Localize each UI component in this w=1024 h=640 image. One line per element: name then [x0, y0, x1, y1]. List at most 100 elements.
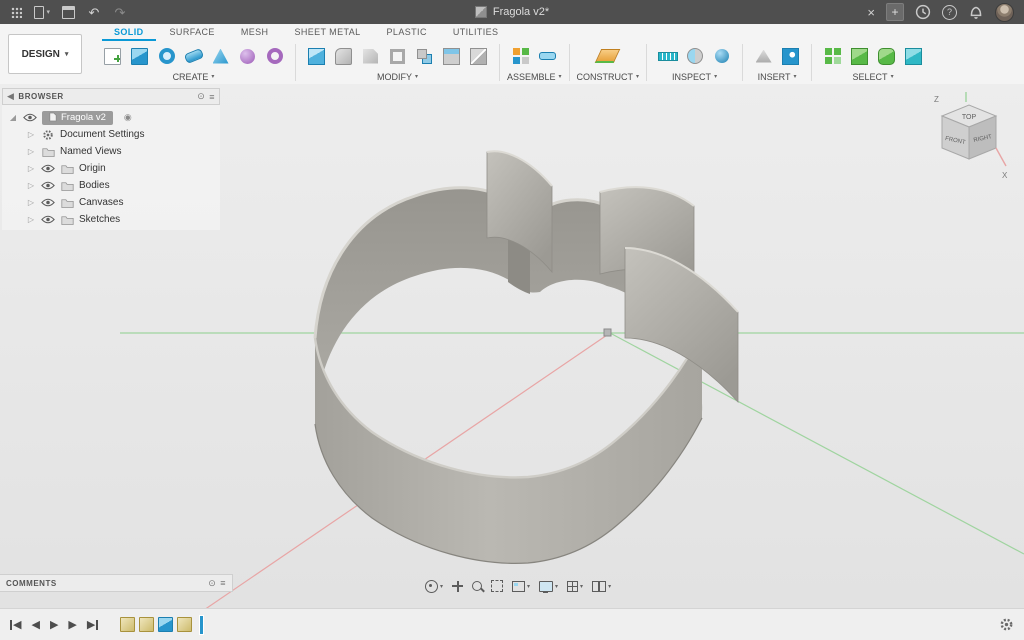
timeline-playhead[interactable] [199, 615, 204, 635]
save-icon[interactable] [60, 4, 76, 20]
grid-settings[interactable]: ▾ [567, 581, 583, 592]
construct-menu[interactable]: CONSTRUCT ▾ [577, 70, 640, 83]
timeline-step-forward-button[interactable]: ▶ [68, 618, 76, 631]
panel-options-icon[interactable]: ⊙ [197, 91, 205, 102]
history-clock-icon[interactable] [915, 4, 931, 20]
notifications-bell-icon[interactable] [968, 4, 984, 20]
joint-icon[interactable] [534, 43, 561, 69]
chevron-right-icon[interactable]: ▷ [26, 215, 36, 224]
split-body-icon[interactable] [465, 43, 492, 69]
select-body-icon[interactable] [900, 43, 927, 69]
timeline-extrude-feature-icon[interactable] [158, 617, 173, 632]
redo-icon[interactable]: ↷ [112, 4, 128, 20]
browser-root-row[interactable]: ◢ Fragola v2 ◉ [2, 109, 220, 126]
viewports[interactable]: ▾ [592, 581, 611, 592]
tab-utilities[interactable]: UTILITIES [441, 27, 511, 41]
visibility-eye-icon[interactable] [41, 163, 55, 175]
browser-item-canvases[interactable]: ▷ Canvases [2, 194, 220, 211]
tab-mesh[interactable]: MESH [229, 27, 281, 41]
select-menu[interactable]: SELECT ▾ [853, 70, 894, 83]
origin-marker[interactable] [604, 329, 611, 336]
visibility-eye-icon[interactable] [41, 180, 55, 192]
root-component-pill[interactable]: Fragola v2 [42, 111, 113, 125]
chevron-right-icon[interactable]: ▷ [26, 198, 36, 207]
timeline-skip-start-button[interactable]: ◀ [10, 618, 21, 631]
timeline-sketch-feature-icon[interactable] [120, 617, 135, 632]
center-of-mass-icon[interactable] [708, 43, 735, 69]
viewcube[interactable]: Z TOP FRONT RIGHT X [926, 90, 1012, 182]
zoom-tool[interactable] [472, 581, 482, 591]
undo-icon[interactable]: ↶ [86, 4, 102, 20]
new-component-icon[interactable] [507, 43, 534, 69]
visibility-eye-icon[interactable] [23, 112, 37, 124]
timeline-step-back-button[interactable]: ◀ [31, 618, 39, 631]
tab-surface[interactable]: SURFACE [158, 27, 227, 41]
tab-solid[interactable]: SOLID [102, 27, 156, 41]
timeline-settings[interactable] [999, 617, 1014, 632]
browser-header[interactable]: ◀ BROWSER ⊙ ≡ [2, 88, 220, 105]
zoom-window-tool[interactable]: ▾ [512, 581, 530, 592]
select-solid-icon[interactable] [846, 43, 873, 69]
timeline-play-button[interactable]: ▶ [50, 618, 58, 631]
expand-arrow-icon[interactable]: ◢ [8, 113, 18, 122]
insert-mesh-icon[interactable] [750, 43, 777, 69]
shell-icon[interactable] [384, 43, 411, 69]
browser-item-origin[interactable]: ▷ Origin [2, 160, 220, 177]
comments-panel[interactable]: COMMENTS ⊙ ≡ [0, 574, 233, 592]
tab-sheet-metal[interactable]: SHEET METAL [282, 27, 372, 41]
create-menu[interactable]: CREATE ▾ [173, 70, 215, 83]
panel-options-icon[interactable]: ⊙ [208, 578, 216, 589]
revolve-icon[interactable] [153, 43, 180, 69]
browser-item-bodies[interactable]: ▷ Bodies [2, 177, 220, 194]
offset-face-icon[interactable] [438, 43, 465, 69]
create-sketch-icon[interactable] [99, 43, 126, 69]
chevron-right-icon[interactable]: ▷ [26, 147, 36, 156]
display-settings[interactable]: ▾ [539, 581, 558, 592]
activate-component-icon[interactable]: ◉ [124, 112, 132, 123]
torus-icon[interactable] [261, 43, 288, 69]
help-icon[interactable]: ? [942, 5, 957, 20]
browser-item-named-views[interactable]: ▷ Named Views [2, 143, 220, 160]
tab-plastic[interactable]: PLASTIC [375, 27, 439, 41]
section-analysis-icon[interactable] [681, 43, 708, 69]
fit-tool[interactable] [491, 580, 503, 592]
loft-icon[interactable] [207, 43, 234, 69]
close-tab-icon[interactable]: × [867, 6, 875, 19]
select-rounded-icon[interactable] [873, 43, 900, 69]
workspace-selector[interactable]: DESIGN ▾ [8, 34, 82, 74]
sweep-icon[interactable] [180, 43, 207, 69]
visibility-eye-icon[interactable] [41, 214, 55, 226]
new-tab-button[interactable]: + [886, 3, 904, 21]
browser-item-sketches[interactable]: ▷ Sketches [2, 211, 220, 228]
panel-menu-icon[interactable]: ≡ [220, 578, 226, 588]
user-avatar[interactable] [995, 3, 1014, 22]
timeline-sketch-feature-icon[interactable] [139, 617, 154, 632]
model-outer-wall[interactable] [315, 332, 702, 563]
chevron-right-icon[interactable]: ▷ [26, 164, 36, 173]
panel-menu-icon[interactable]: ≡ [209, 92, 215, 102]
sphere-icon[interactable] [234, 43, 261, 69]
extrude-icon[interactable] [126, 43, 153, 69]
app-grid-icon[interactable] [8, 4, 24, 20]
browser-item-document-settings[interactable]: ▷ Document Settings [2, 126, 220, 143]
construction-plane-icon[interactable] [594, 43, 621, 69]
inspect-menu[interactable]: INSPECT ▾ [672, 70, 717, 83]
select-window-icon[interactable] [819, 43, 846, 69]
timeline-skip-end-button[interactable]: ▶ [87, 618, 98, 631]
insert-menu[interactable]: INSERT ▾ [758, 70, 797, 83]
decal-icon[interactable] [777, 43, 804, 69]
measure-icon[interactable] [654, 43, 681, 69]
assemble-menu[interactable]: ASSEMBLE ▾ [507, 70, 562, 83]
collapse-panel-icon[interactable]: ◀ [7, 91, 14, 102]
visibility-eye-icon[interactable] [41, 197, 55, 209]
pan-tool[interactable] [452, 581, 463, 592]
chamfer-icon[interactable] [357, 43, 384, 69]
fillet-icon[interactable] [330, 43, 357, 69]
press-pull-icon[interactable] [303, 43, 330, 69]
file-menu-icon[interactable]: ▾ [34, 4, 50, 20]
orbit-tool[interactable]: ▾ [425, 580, 443, 593]
modify-menu[interactable]: MODIFY ▾ [377, 70, 418, 83]
viewport-3d[interactable]: Z TOP FRONT RIGHT X ◀ BROWSER ⊙ ≡ ◢ Frag… [0, 84, 1024, 608]
chevron-right-icon[interactable]: ▷ [26, 130, 36, 139]
timeline-sketch-feature-icon[interactable] [177, 617, 192, 632]
